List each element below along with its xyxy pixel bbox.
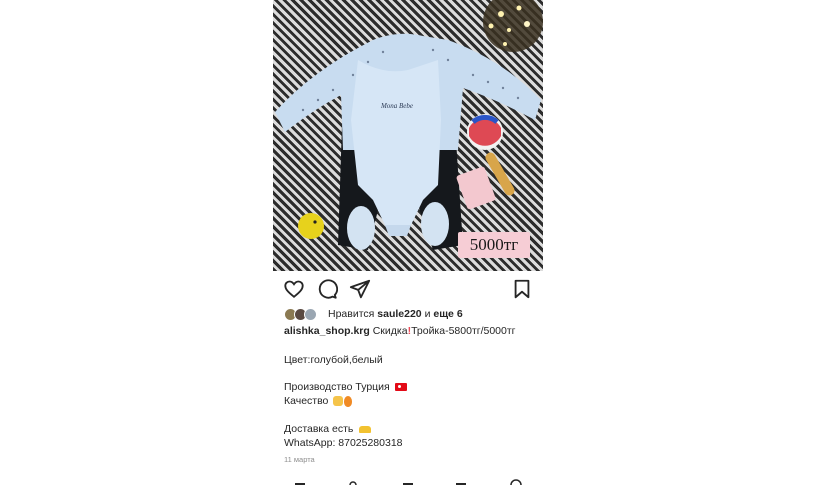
action-bar (273, 278, 543, 300)
taxi-icon (359, 425, 372, 433)
heart-icon[interactable] (283, 278, 305, 300)
instagram-post: Mona Bebe 5000тг Нравится saule220 и еще… (273, 0, 543, 490)
shop-icon (456, 483, 466, 485)
caption-delivery-text: Доставка есть (284, 423, 354, 435)
comment-icon[interactable] (316, 278, 339, 300)
reels-icon (403, 483, 413, 485)
caption-origin-line: Производство Турция (284, 381, 407, 393)
caption-delivery-line: Доставка есть (284, 423, 372, 435)
liker-avatars (284, 307, 324, 321)
avatar (304, 307, 317, 321)
bookmark-icon[interactable] (511, 278, 533, 300)
baby-clothes-illustration: Mona Bebe (275, 0, 543, 250)
turkey-flag-icon (394, 383, 407, 392)
fire-icon (344, 395, 353, 407)
caption-text-b: Тройка-5800тг/5000тг (411, 325, 516, 337)
caption-first-line: alishka_shop.krg Скидка!Тройка-5800тг/50… (284, 325, 539, 338)
liker-username[interactable]: saule220 (377, 308, 421, 320)
caption-whatsapp-line: WhatsApp: 87025280318 (284, 437, 403, 449)
likes-others[interactable]: еще 6 (433, 308, 462, 320)
caption-color-line: Цвет:голубой,белый (284, 354, 383, 366)
likes-conjunction: и (424, 308, 431, 320)
caption-text-a: Скидка (372, 325, 408, 337)
thumbs-up-icon (333, 396, 344, 407)
svg-text:Mona Bebe: Mona Bebe (380, 102, 413, 110)
post-photo[interactable]: Mona Bebe 5000тг (273, 0, 543, 271)
likes-prefix: Нравится (328, 308, 375, 320)
bottom-nav-bar (273, 472, 543, 490)
likes-row[interactable]: Нравится saule220 и еще 6 (284, 307, 543, 321)
caption-quality-text: Качество (284, 395, 329, 407)
post-date: 11 марта (284, 455, 315, 464)
search-icon (349, 481, 357, 489)
send-icon[interactable] (349, 278, 371, 300)
price-tag: 5000тг (458, 232, 530, 258)
caption-quality-line: Качество (284, 395, 353, 407)
home-icon (295, 483, 305, 485)
profile-icon (510, 479, 522, 490)
caption-origin-text: Производство Турция (284, 381, 390, 393)
caption-username[interactable]: alishka_shop.krg (284, 325, 370, 337)
